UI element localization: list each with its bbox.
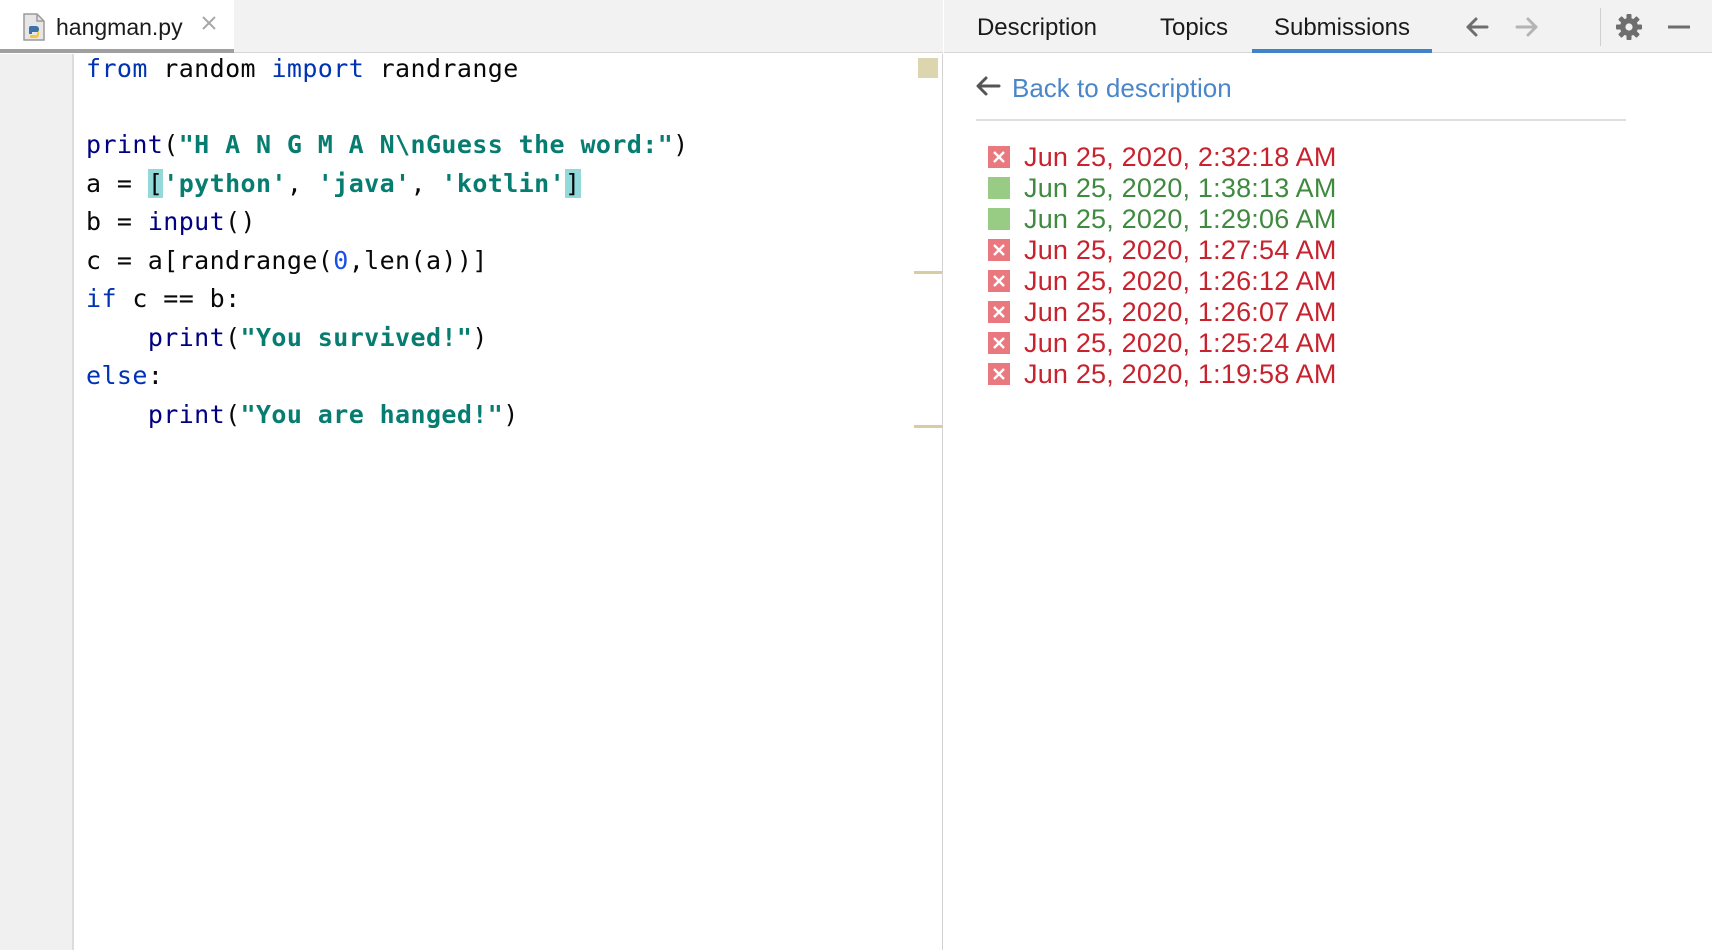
tab-topics[interactable]: Topics [1148, 0, 1240, 53]
editor-pane: hangman.py from random import randrange … [0, 0, 943, 950]
divider [976, 119, 1626, 121]
code-token: print [147, 400, 226, 429]
code-token: print [147, 323, 226, 352]
inspection-status-icon[interactable] [918, 58, 938, 78]
code-token: 0 [333, 246, 349, 275]
code-token: import [271, 54, 365, 83]
submission-row[interactable]: Jun 25, 2020, 1:27:54 AM [988, 233, 1337, 267]
code-line-5: b = input() [86, 207, 256, 236]
submission-date: Jun 25, 2020, 1:19:58 AM [1024, 358, 1337, 389]
failed-status-icon [988, 270, 1010, 292]
code-token: 'kotlin' [441, 169, 566, 198]
task-panel: Description Topics Submissions Back to d… [944, 0, 1712, 950]
code-line-6: c = a[randrange(0,len(a))] [86, 246, 488, 275]
passed-status-icon [988, 208, 1010, 230]
code-line-1: from random import randrange [86, 54, 519, 83]
gear-icon[interactable] [1612, 10, 1646, 44]
submission-date: Jun 25, 2020, 1:25:24 AM [1024, 327, 1337, 358]
failed-status-icon [988, 239, 1010, 261]
header-separator [1600, 8, 1601, 46]
submission-row[interactable]: Jun 25, 2020, 1:38:13 AM [988, 171, 1337, 205]
file-tab[interactable]: hangman.py [0, 0, 234, 53]
close-tab-icon[interactable] [200, 14, 218, 32]
submission-row[interactable]: Jun 25, 2020, 1:29:06 AM [988, 202, 1337, 236]
minimize-icon[interactable] [1662, 10, 1696, 44]
error-stripe-marker[interactable] [914, 425, 942, 428]
code-token: "You are hanged!" [240, 400, 504, 429]
submission-list: Jun 25, 2020, 2:32:18 AM Jun 25, 2020, 1:… [988, 140, 1337, 391]
code-token: if [86, 284, 117, 313]
arrow-right-icon[interactable] [1510, 10, 1544, 44]
code-line-9: else: [86, 361, 164, 390]
code-token: "H A N G M A N\nGuess the word:" [178, 130, 674, 159]
submission-row[interactable]: Jun 25, 2020, 1:26:12 AM [988, 264, 1337, 298]
code-token: 'java' [317, 169, 411, 198]
code-line-4: a = ['python', 'java', 'kotlin'] [86, 169, 581, 198]
failed-status-icon [988, 332, 1010, 354]
back-link-label: Back to description [1012, 72, 1232, 103]
submission-row[interactable]: Jun 25, 2020, 1:26:07 AM [988, 295, 1337, 329]
code-token: input [147, 207, 226, 236]
error-stripe-marker[interactable] [914, 271, 942, 274]
back-to-description-link[interactable]: Back to description [974, 70, 1232, 106]
panel-header: Description Topics Submissions [944, 0, 1712, 53]
bracket-match: ] [565, 169, 581, 198]
bracket-match: [ [147, 169, 164, 198]
code-line-7: if c == b: [86, 284, 241, 313]
code-token: 'python' [163, 169, 287, 198]
arrow-left-icon[interactable] [1460, 10, 1494, 44]
editor-tab-bar: hangman.py [0, 0, 943, 53]
code-line-3: print("H A N G M A N\nGuess the word:") [86, 130, 689, 159]
python-file-icon [22, 13, 46, 41]
code-line-8: print("You survived!") [147, 323, 488, 352]
tab-description[interactable]: Description [972, 0, 1102, 53]
submission-date: Jun 25, 2020, 1:26:12 AM [1024, 265, 1337, 296]
failed-status-icon [988, 146, 1010, 168]
submission-row[interactable]: Jun 25, 2020, 2:32:18 AM [988, 140, 1337, 174]
failed-status-icon [988, 301, 1010, 323]
submission-date: Jun 25, 2020, 1:38:13 AM [1024, 172, 1337, 203]
file-tab-label: hangman.py [56, 14, 183, 40]
submission-date: Jun 25, 2020, 1:26:07 AM [1024, 296, 1337, 327]
code-token: from [86, 54, 148, 83]
arrow-left-icon [974, 74, 1002, 103]
failed-status-icon [988, 363, 1010, 385]
code-token: print [86, 130, 164, 159]
code-line-10: print("You are hanged!") [147, 400, 519, 429]
submission-date: Jun 25, 2020, 1:27:54 AM [1024, 234, 1337, 265]
code-token: "You survived!" [240, 323, 473, 352]
submission-date: Jun 25, 2020, 2:32:18 AM [1024, 141, 1337, 172]
line-gutter [0, 54, 74, 950]
code-token: else [86, 361, 148, 390]
passed-status-icon [988, 177, 1010, 199]
submission-row[interactable]: Jun 25, 2020, 1:19:58 AM [988, 357, 1337, 391]
tab-submissions[interactable]: Submissions [1252, 0, 1432, 53]
submission-date: Jun 25, 2020, 1:29:06 AM [1024, 203, 1337, 234]
submission-row[interactable]: Jun 25, 2020, 1:25:24 AM [988, 326, 1337, 360]
